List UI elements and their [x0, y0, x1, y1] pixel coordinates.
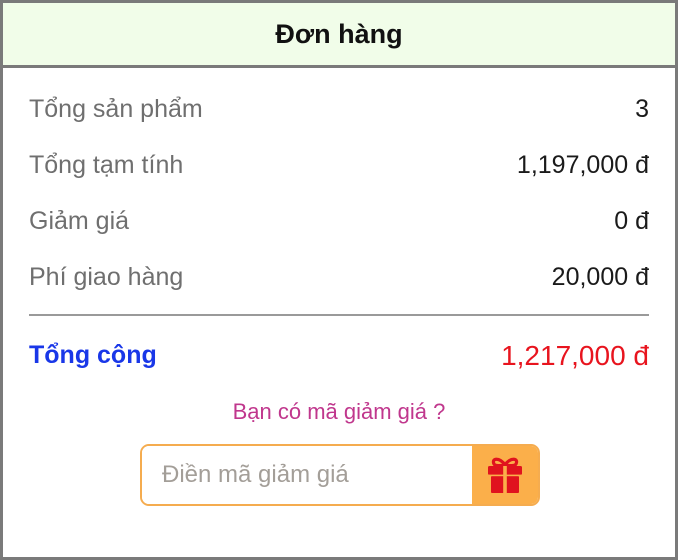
shipping-fee-value: 20,000 đ [551, 262, 649, 291]
coupon-form [140, 444, 540, 506]
summary-row-subtotal: Tổng tạm tính 1,197,000 đ [29, 137, 649, 193]
order-header: Đơn hàng [3, 3, 675, 68]
subtotal-label: Tổng tạm tính [29, 150, 184, 179]
total-label: Tổng cộng [29, 340, 157, 369]
gift-icon [488, 457, 522, 493]
subtotal-value: 1,197,000 đ [516, 150, 649, 179]
summary-row-item-count: Tổng sản phẩm 3 [29, 81, 649, 137]
summary-section: Tổng sản phẩm 3 Tổng tạm tính 1,197,000 … [3, 81, 675, 425]
summary-row-discount: Giảm giá 0 đ [29, 193, 649, 249]
summary-row-shipping: Phí giao hàng 20,000 đ [29, 249, 649, 305]
total-value: 1,217,000 đ [501, 340, 649, 371]
apply-coupon-button[interactable] [472, 446, 538, 504]
order-title: Đơn hàng [275, 18, 403, 49]
discount-value: 0 đ [614, 206, 649, 235]
discount-label: Giảm giá [29, 206, 130, 235]
shipping-fee-label: Phí giao hàng [29, 262, 184, 291]
order-summary-panel: Đơn hàng Tổng sản phẩm 3 Tổng tạm tính 1… [0, 0, 678, 560]
total-row: Tổng cộng 1,217,000 đ [29, 316, 649, 396]
item-count-label: Tổng sản phẩm [29, 94, 203, 123]
item-count-value: 3 [635, 94, 649, 123]
coupon-prompt-link[interactable]: Bạn có mã giảm giá ? [29, 399, 649, 425]
coupon-code-input[interactable] [142, 446, 472, 504]
